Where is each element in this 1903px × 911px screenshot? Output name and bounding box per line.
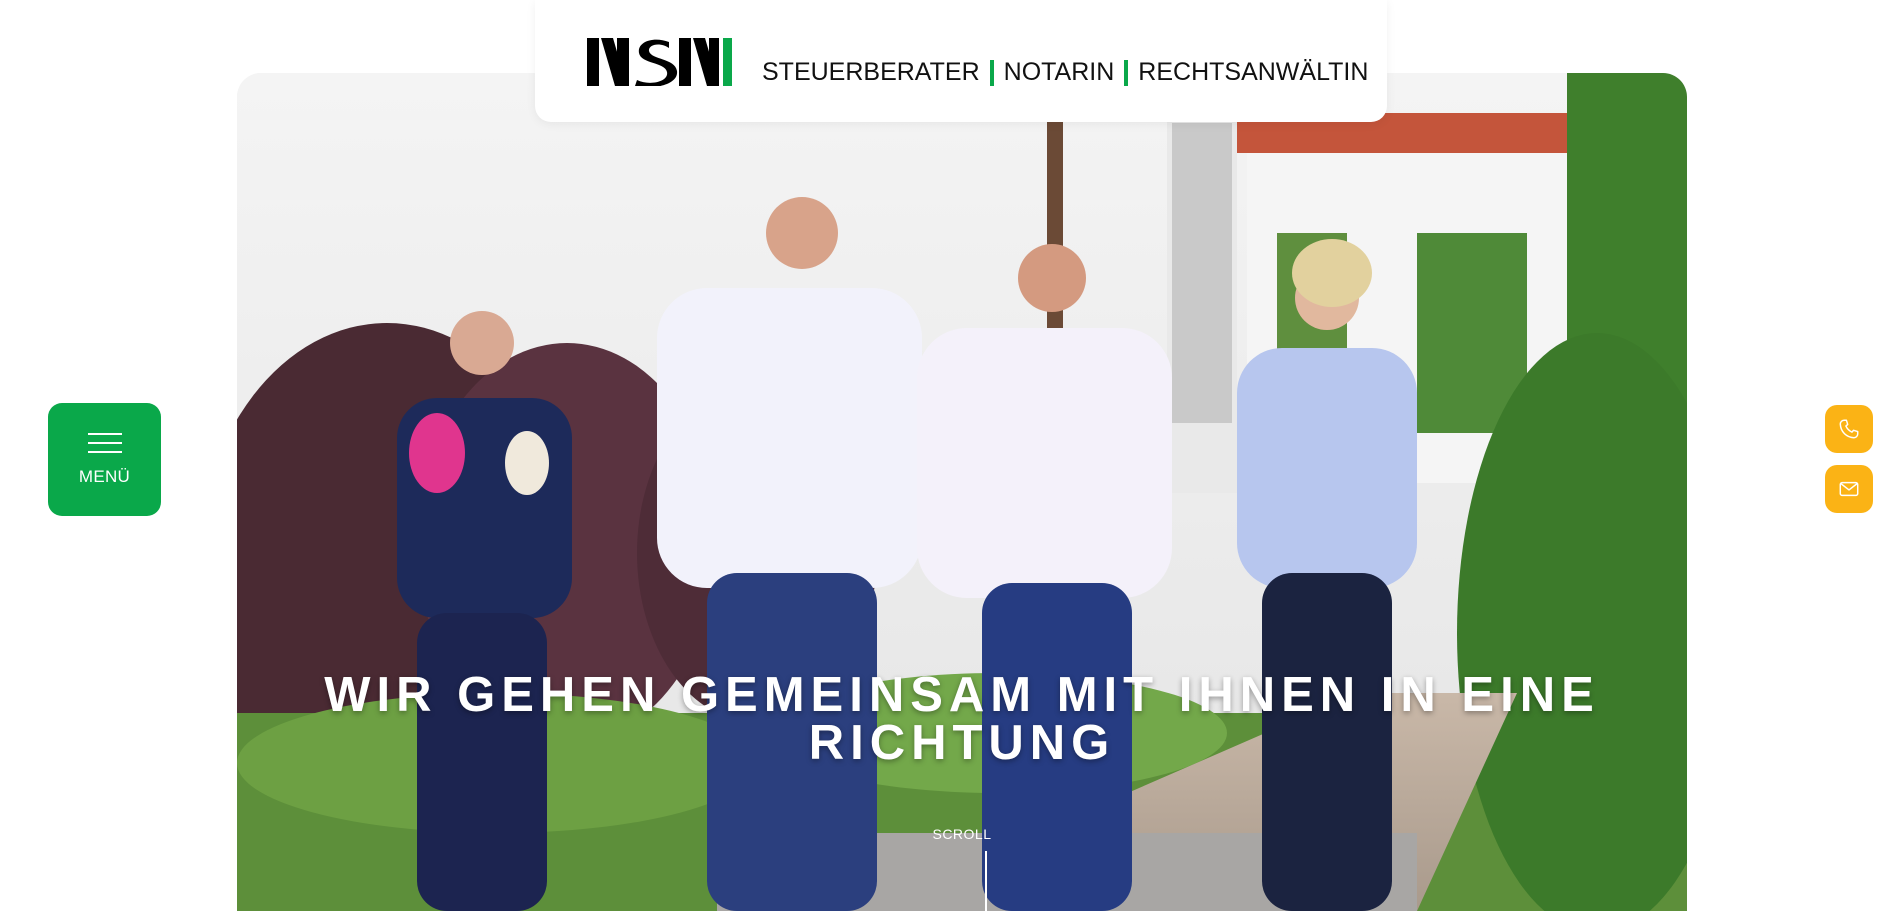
hero-headline: WIR GEHEN GEMEINSAM MIT IHNEN IN EINE RI… bbox=[324, 668, 1600, 770]
hero-photo bbox=[237, 73, 1687, 911]
scroll-indicator-line bbox=[985, 851, 987, 911]
mail-button[interactable] bbox=[1825, 465, 1873, 513]
phone-button[interactable] bbox=[1825, 405, 1873, 453]
main-nav: STEUERBERATER NOTARIN RECHTSANWÄLTIN bbox=[762, 58, 1368, 87]
scroll-label[interactable]: SCROLL bbox=[237, 826, 1687, 842]
page: WIR GEHEN GEMEINSAM MIT IHNEN IN EINE RI… bbox=[0, 0, 1903, 911]
nav-item-rechtsanwaeltin[interactable]: RECHTSANWÄLTIN bbox=[1138, 58, 1368, 87]
nsn-logo[interactable] bbox=[587, 38, 732, 86]
nav-separator bbox=[1124, 59, 1129, 86]
site-header: STEUERBERATER NOTARIN RECHTSANWÄLTIN bbox=[535, 0, 1387, 122]
hero-section: WIR GEHEN GEMEINSAM MIT IHNEN IN EINE RI… bbox=[237, 73, 1687, 911]
hamburger-icon bbox=[87, 432, 122, 453]
nav-item-notarin[interactable]: NOTARIN bbox=[1004, 58, 1115, 87]
nav-item-steuerberater[interactable]: STEUERBERATER bbox=[762, 58, 980, 87]
nav-separator bbox=[989, 59, 994, 86]
mail-icon bbox=[1839, 481, 1859, 497]
menu-button[interactable]: MENÜ bbox=[48, 403, 161, 516]
menu-label: MENÜ bbox=[78, 466, 131, 486]
phone-icon bbox=[1839, 419, 1859, 439]
